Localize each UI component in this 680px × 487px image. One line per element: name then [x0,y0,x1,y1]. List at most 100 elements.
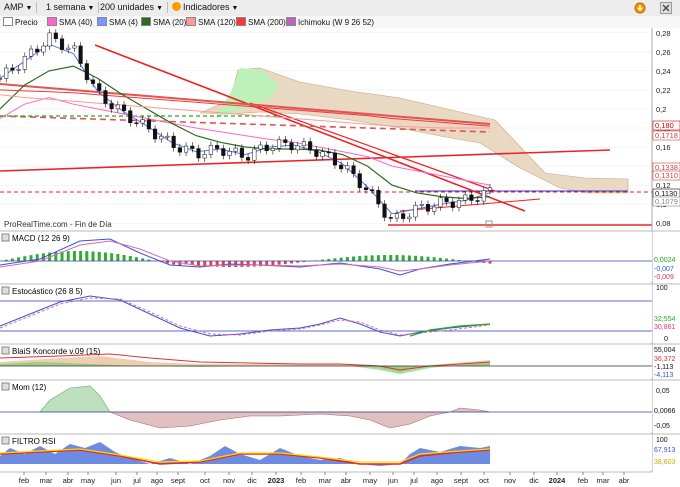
close-icon[interactable] [660,2,672,14]
time-tick-label: dic [529,476,539,485]
filtro-value-label: 100 [656,437,668,444]
candle [202,154,207,159]
candle [196,148,201,159]
candle [370,189,375,191]
macd-value-label: -0,007 [654,266,674,273]
legend-label: SMA (4) [109,18,138,27]
candle [115,104,120,110]
chevron-down-icon: ▼ [156,5,163,12]
candle [345,165,350,170]
candle [450,201,455,208]
legend-item-sma40[interactable]: SMA (40) [47,17,92,27]
symbol-label: AMP [4,2,24,12]
macd-bar [407,255,411,261]
macd-bar [426,256,430,261]
macd-bar [339,257,343,261]
candle [376,189,381,205]
time-tick-label: ago [151,476,164,485]
time-tick-label: 2024 [549,476,567,485]
candle [103,90,108,104]
macd-bar [370,255,374,261]
time-tick-label: may [363,476,377,485]
macd-value-label: -0,009 [654,274,674,281]
timeframe-select[interactable]: 1 semana ▼ [46,2,100,13]
time-tick-label: feb [296,476,306,485]
legend-label: Ichimoku (W 9 26 52) [298,18,375,27]
candle [153,128,158,140]
candle [339,164,344,170]
macd-bar [364,255,368,261]
candle [10,67,15,71]
macd-value-label: 0,0024 [654,257,676,264]
chevron-down-icon: ▼ [87,5,95,12]
stoch-value-label: 100 [656,285,668,292]
legend-item-sma20[interactable]: SMA (20) [141,17,186,27]
macd-bar [122,255,126,261]
filtro-title: FILTRO RSI [12,437,55,446]
candle [16,69,21,71]
price-level-label: 0,180 [655,121,674,130]
chart-area[interactable]: ProRealTime.com - Fin de Día 0,28 0,26 0,2… [0,28,680,487]
legend-label: SMA (200) [248,18,286,27]
candle [394,213,400,219]
time-tick-label: feb [19,476,29,485]
time-tick-label: mar [40,476,53,485]
candle [208,145,213,155]
symbol-select[interactable]: AMP ▼ [4,2,38,13]
candle [97,83,102,91]
macd-bar [345,257,349,261]
candle [146,119,151,130]
macd-bar [395,255,399,261]
legend-item-price[interactable]: Precio [3,17,38,27]
price-tick-label: 0,16 [656,143,671,152]
candle [159,135,164,140]
candle [190,145,195,149]
filtro-value-label: 38,603 [654,459,676,466]
price-panel: ProRealTime.com - Fin de Día [0,28,652,229]
alarm-icon[interactable] [634,2,646,14]
candle [128,110,133,124]
bars-select[interactable]: 200 unidades ▼ [100,2,168,13]
price-level-label: 0,1310 [655,171,678,180]
candle [463,194,468,201]
candle [78,45,83,64]
indicators-button[interactable]: Indicadores ▼ [172,2,238,13]
macd-bar [252,261,256,267]
legend: Precio SMA (40) SMA (4) SMA (20) SMA (12… [0,16,680,28]
candle [41,45,46,53]
source-label: ProRealTime.com - Fin de Día [4,220,112,229]
candle [401,213,406,219]
candle [134,122,139,125]
price-level-label: 0,1079 [655,197,678,206]
koncorde-value-label: -4,113 [654,372,673,379]
macd-bar [23,256,27,261]
candle [283,139,288,143]
time-tick-label: jun [387,476,398,485]
time-tick-label: jul [132,476,141,485]
candle [432,206,437,212]
candle [35,48,40,53]
macd-bar [203,261,207,266]
legend-label: SMA (40) [59,18,93,27]
candle [72,45,77,49]
time-tick-label: feb [578,476,588,485]
macd-bar [85,251,89,261]
chevron-down-icon: ▼ [25,5,33,12]
candle [363,187,368,190]
mom-title: Mom (12) [12,383,47,392]
candle [444,197,449,203]
candle [227,151,232,156]
legend-item-sma120[interactable]: SMA (120) [186,17,236,27]
time-tick-label: dic [247,476,257,485]
candle [90,79,96,84]
legend-item-sma200[interactable]: SMA (200) [236,17,286,27]
koncorde-value-label: 55,004 [654,347,676,354]
legend-item-ichimoku[interactable]: Ichimoku (W 9 26 52) [286,17,374,27]
macd-bar [134,257,138,261]
legend-item-sma4[interactable]: SMA (4) [97,17,138,27]
candle [301,141,306,147]
candle [215,145,220,149]
macd-bar [383,255,387,261]
macd-bar [17,257,21,261]
candle [382,203,387,218]
